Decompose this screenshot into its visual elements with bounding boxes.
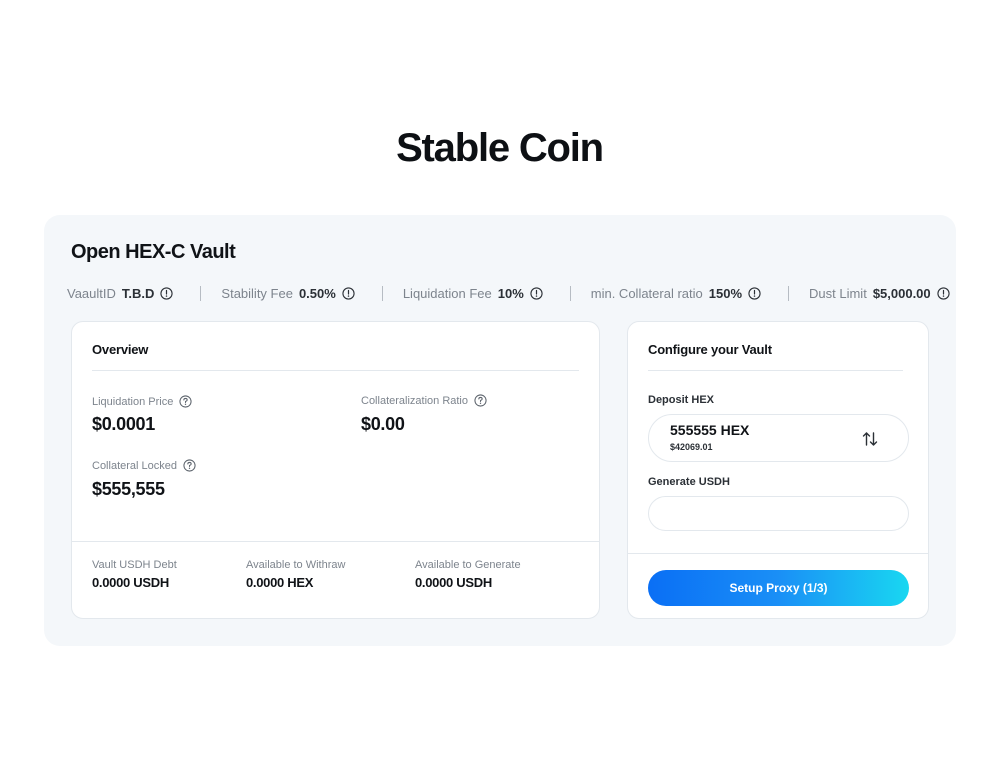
configure-divider — [648, 370, 903, 371]
param-label: VaaultID — [67, 285, 116, 301]
overview-title: Overview — [92, 342, 149, 357]
param-label: Dust Limit — [809, 285, 867, 301]
available-generate-value: 0.0000 USDH — [415, 575, 492, 590]
deposit-hex-field[interactable]: 555555 HEX $42069.01 — [648, 414, 909, 462]
param-value: $5,000.00 — [872, 285, 931, 301]
param-label: min. Collateral ratio — [590, 285, 703, 301]
liquidation-price-label: Liquidation Price — [92, 395, 192, 408]
vault-debt-value: 0.0000 USDH — [92, 575, 169, 590]
param-value: 10% — [497, 285, 524, 301]
swap-arrows-icon[interactable] — [860, 429, 880, 449]
available-generate-label: Available to Generate — [415, 559, 521, 571]
info-icon[interactable] — [160, 286, 174, 300]
help-icon[interactable] — [183, 459, 196, 472]
collateral-locked-label-text: Collateral Locked — [92, 459, 177, 472]
overview-card: Overview Liquidation Price $0.0001 Colla… — [71, 321, 600, 619]
liquidation-price-label-text: Liquidation Price — [92, 395, 174, 408]
param-label: Liquidation Fee — [402, 285, 492, 301]
generate-label: Generate USDH — [648, 476, 730, 488]
generate-usdh-input[interactable] — [648, 496, 909, 531]
divider — [200, 285, 202, 301]
liquidation-price-value: $0.0001 — [92, 414, 155, 434]
page-title: Stable Coin — [396, 126, 604, 170]
overview-footer-divider — [72, 541, 599, 542]
vault-params-bar: VaaultID T.B.D Stability Fee 0.50% Liqui… — [67, 285, 950, 301]
help-icon[interactable] — [179, 395, 192, 408]
param-dust-limit: Dust Limit $5,000.00 — [809, 286, 950, 301]
param-vault-id: VaaultID T.B.D — [67, 285, 174, 301]
divider — [569, 285, 571, 301]
configure-vault-card: Configure your Vault Deposit HEX 555555 … — [627, 321, 929, 619]
configure-title: Configure your Vault — [648, 342, 772, 357]
available-withdraw-label: Available to Withraw — [246, 559, 346, 571]
param-min-collateral-ratio: min. Collateral ratio 150% — [591, 286, 761, 301]
deposit-label: Deposit HEX — [648, 394, 715, 406]
deposit-usd-value: $42069.01 — [670, 442, 713, 452]
param-stability-fee: Stability Fee 0.50% — [221, 285, 355, 301]
vault-title: Open HEX-C Vault — [71, 241, 236, 263]
param-value: 0.50% — [298, 285, 336, 301]
info-icon[interactable] — [748, 286, 761, 300]
collateral-locked-label: Collateral Locked — [92, 459, 196, 472]
info-icon[interactable] — [937, 286, 950, 300]
available-withdraw-value: 0.0000 HEX — [246, 575, 314, 590]
collateralization-ratio-value: $0.00 — [361, 414, 405, 434]
info-icon[interactable] — [342, 286, 355, 300]
param-value: T.B.D — [121, 285, 155, 301]
param-label: Stability Fee — [221, 285, 293, 301]
help-icon[interactable] — [474, 394, 487, 407]
info-icon[interactable] — [530, 286, 543, 300]
param-value: 150% — [708, 285, 743, 301]
divider — [788, 285, 790, 301]
vault-debt-label: Vault USDH Debt — [92, 559, 177, 571]
param-liquidation-fee: Liquidation Fee 10% — [403, 286, 543, 301]
deposit-amount: 555555 HEX — [670, 422, 750, 438]
collateralization-ratio-label-text: Collateralization Ratio — [361, 394, 468, 407]
setup-proxy-button[interactable]: Setup Proxy (1/3) — [648, 570, 909, 606]
overview-divider — [92, 370, 579, 371]
vault-panel: Open HEX-C Vault VaaultID T.B.D Stabilit… — [44, 215, 956, 646]
configure-footer-divider — [628, 553, 928, 554]
collateral-locked-value: $555,555 — [92, 479, 165, 499]
divider — [381, 285, 383, 301]
collateralization-ratio-label: Collateralization Ratio — [361, 394, 487, 407]
